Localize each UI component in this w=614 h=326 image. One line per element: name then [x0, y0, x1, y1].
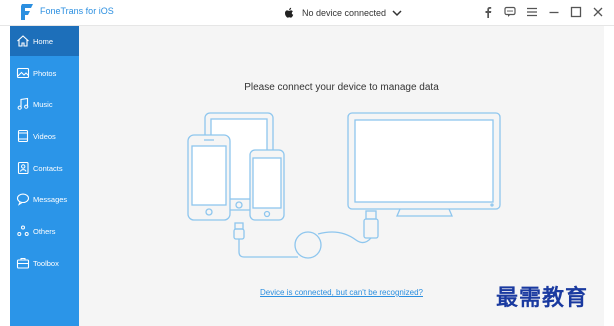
- app-logo-icon: [21, 4, 33, 20]
- sidebar-item-label: Toolbox: [33, 258, 59, 268]
- facebook-icon[interactable]: [482, 6, 494, 18]
- title-bar: FoneTrans for iOS No device connected: [0, 0, 614, 26]
- feedback-icon[interactable]: [504, 6, 516, 18]
- sidebar-item-label: Videos: [33, 131, 56, 141]
- sidebar-item-home[interactable]: Home: [10, 26, 79, 56]
- sidebar-item-contacts[interactable]: Contacts: [10, 153, 79, 183]
- sidebar-item-label: Home: [33, 36, 54, 46]
- apple-icon: [285, 7, 294, 18]
- sidebar-item-messages[interactable]: Messages: [10, 184, 79, 214]
- sidebar-item-others[interactable]: Others: [10, 216, 79, 246]
- home-icon: [16, 34, 30, 48]
- sidebar-item-music[interactable]: Music: [10, 89, 79, 119]
- connect-prompt: Please connect your device to manage dat…: [244, 82, 439, 93]
- watermark: 最需教育: [496, 285, 589, 311]
- sidebar: Home Photos Music Videos Contacts Messag…: [10, 26, 79, 326]
- sidebar-item-label: Contacts: [33, 163, 63, 173]
- sidebar-item-toolbox[interactable]: Toolbox: [10, 248, 79, 278]
- others-icon: [16, 224, 30, 238]
- videos-icon: [16, 129, 30, 143]
- sidebar-item-label: Others: [33, 226, 56, 236]
- messages-icon: [16, 192, 30, 206]
- window-edge: [604, 26, 614, 326]
- chevron-down-icon: [392, 9, 402, 16]
- menu-icon[interactable]: [526, 6, 538, 18]
- minimize-icon[interactable]: [548, 6, 560, 18]
- close-icon[interactable]: [592, 6, 604, 18]
- window-controls: [482, 6, 604, 18]
- app-title: FoneTrans for iOS: [40, 6, 114, 16]
- sidebar-item-videos[interactable]: Videos: [10, 121, 79, 151]
- maximize-icon[interactable]: [570, 6, 582, 18]
- device-connection-illustration: [187, 112, 501, 259]
- photos-icon: [16, 66, 30, 80]
- device-selector-value: No device connected: [302, 7, 387, 18]
- sidebar-item-photos[interactable]: Photos: [10, 58, 79, 88]
- sidebar-item-label: Messages: [33, 194, 68, 204]
- toolbox-icon: [16, 256, 30, 270]
- device-selector[interactable]: No device connected: [282, 4, 408, 21]
- music-icon: [16, 97, 30, 111]
- sidebar-item-label: Photos: [33, 68, 57, 78]
- sidebar-item-label: Music: [33, 99, 53, 109]
- contacts-icon: [16, 161, 30, 175]
